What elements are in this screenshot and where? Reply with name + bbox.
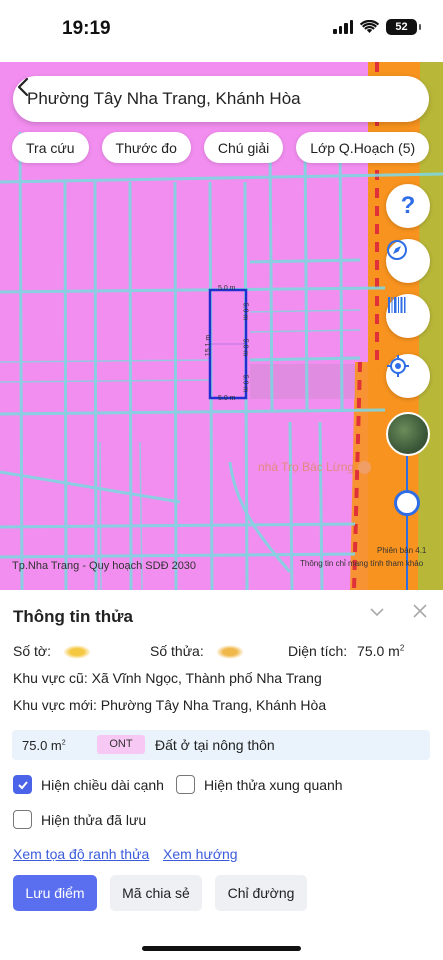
directions-button[interactable]: Chỉ đường: [215, 875, 307, 911]
status-time: 19:19: [62, 18, 111, 39]
land-use-area: 75.0 m2: [22, 738, 66, 753]
dien-tich-value: 75.0 m: [357, 643, 400, 659]
home-indicator[interactable]: [142, 946, 301, 951]
toolbar-chips: Tra cứu Thước đo Chú giải Lớp Q.Hoạch (5…: [12, 132, 430, 163]
checkbox-unchecked[interactable]: [13, 810, 32, 829]
checkbox-checked[interactable]: [13, 775, 32, 794]
dim-top: 5.0 m: [218, 285, 236, 292]
so-thua-label: Số thửa:: [150, 643, 204, 659]
map-version: Phiên bản 4.1: [377, 546, 427, 555]
opacity-slider-handle[interactable]: [394, 490, 420, 516]
help-button[interactable]: ?: [386, 184, 430, 228]
check-show-edge-length[interactable]: Hiện chiều dài cạnh: [13, 775, 164, 794]
chip-thuoc-do[interactable]: Thước đo: [101, 132, 191, 163]
chip-chu-giai[interactable]: Chú giải: [203, 132, 284, 163]
check-label: Hiện chiều dài cạnh: [41, 776, 164, 793]
check-show-saved[interactable]: Hiện thửa đã lưu: [13, 810, 146, 829]
chevron-down-icon[interactable]: [369, 604, 385, 620]
check-label: Hiện thửa đã lưu: [41, 811, 147, 828]
khu-vuc-cu: Khu vực cũ: Xã Vĩnh Ngọc, Thành phố Nha …: [13, 670, 322, 686]
checkbox-unchecked[interactable]: [176, 775, 195, 794]
land-use-row: 75.0 m2 ONT Đất ở tại nông thôn: [12, 730, 430, 760]
poi-label[interactable]: nhà Trọ Bác Lừng: [258, 460, 372, 475]
wifi-icon: [360, 20, 379, 33]
khu-vuc-moi: Khu vực mới: Phường Tây Nha Trang, Khánh…: [13, 697, 327, 713]
status-bar: 19:19 52: [0, 0, 443, 62]
status-icons: 52: [333, 19, 421, 35]
search-location-text[interactable]: Phường Tây Nha Trang, Khánh Hòa: [27, 89, 301, 109]
dim-inner-2: 5.0 m: [241, 338, 249, 357]
save-point-button[interactable]: Lưu điểm: [13, 875, 97, 911]
dim-inner-3: 5.0 m: [241, 374, 249, 393]
compass-button[interactable]: [386, 239, 430, 283]
redacted-so-to: [62, 645, 91, 660]
back-arrow-icon[interactable]: [13, 76, 35, 98]
close-icon[interactable]: [413, 604, 427, 618]
land-use-area-value: 75.0 m: [22, 738, 62, 753]
poi-name: nhà Trọ Bác Lừng: [258, 460, 355, 474]
barcode-button[interactable]: [386, 294, 430, 338]
locate-button[interactable]: [386, 354, 430, 398]
barcode-icon: [388, 297, 406, 313]
signal-icon: [333, 20, 353, 34]
check-icon: [17, 780, 28, 789]
sheet-title: Thông tin thửa: [13, 607, 133, 626]
battery-icon: 52: [386, 19, 421, 35]
satellite-layer-thumbnail[interactable]: [386, 412, 430, 456]
land-use-badge: ONT: [97, 735, 145, 754]
chip-lop-quy-hoach[interactable]: Lớp Q.Hoạch (5): [296, 132, 430, 163]
check-label: Hiện thửa xung quanh: [204, 776, 343, 793]
share-code-button[interactable]: Mã chia sẻ: [110, 875, 202, 911]
poi-icon: [358, 461, 372, 475]
dim-left: 15.1 m: [205, 334, 213, 357]
link-view-direction[interactable]: Xem hướng: [163, 846, 238, 862]
chip-tra-cuu[interactable]: Tra cứu: [12, 132, 89, 163]
dien-tich-row: Diện tích: 75.0 m2: [288, 643, 405, 659]
dim-inner-1: 5.0 m: [241, 302, 249, 321]
redacted-so-thua: [215, 645, 244, 660]
dim-bottom: 5.0 m: [218, 395, 236, 402]
map-view[interactable]: 5.0 m 5.0 m 15.1 m 5.0 m 5.0 m 5.0 m nhà…: [0, 62, 443, 590]
locate-icon: [387, 355, 409, 377]
parcel-info-sheet: Thông tin thửa Số tờ: Số thửa: Diện tích…: [0, 590, 443, 960]
search-bar[interactable]: Phường Tây Nha Trang, Khánh Hòa: [13, 76, 429, 122]
check-show-surrounding[interactable]: Hiện thửa xung quanh: [176, 775, 343, 794]
link-boundary-coordinates[interactable]: Xem tọa độ ranh thửa: [13, 846, 149, 862]
map-disclaimer: Thông tin chỉ mang tính tham khảo: [300, 559, 424, 568]
dien-tich-label: Diện tích:: [288, 643, 348, 659]
opacity-slider-track[interactable]: [406, 456, 408, 590]
layer-label: Tp.Nha Trang - Quy hoạch SDĐ 2030: [12, 560, 197, 572]
land-use-desc: Đất ở tại nông thôn: [155, 737, 275, 753]
so-to-row: Số tờ:: [13, 643, 91, 660]
so-thua-row: Số thửa:: [150, 643, 244, 660]
compass-icon: [387, 240, 407, 260]
so-to-label: Số tờ:: [13, 643, 51, 659]
